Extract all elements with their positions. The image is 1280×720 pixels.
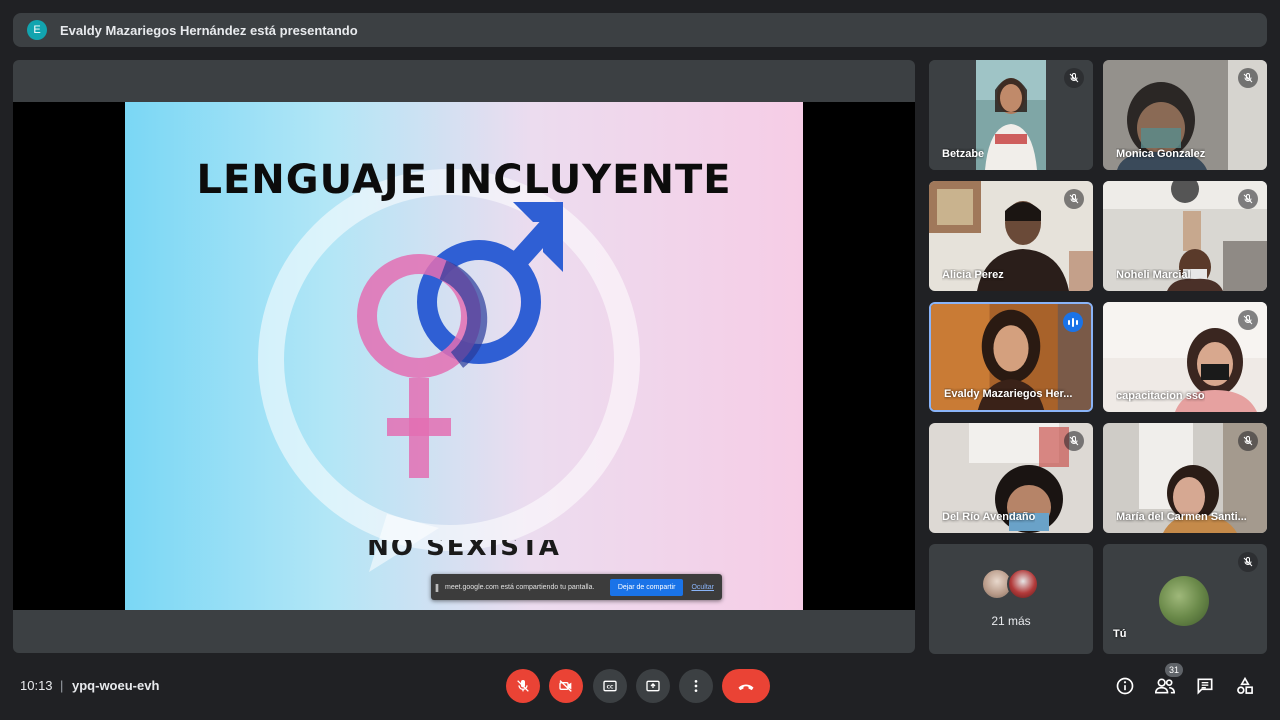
participant-name: Noheli Marcial [1116, 269, 1191, 281]
mic-off-icon [1238, 310, 1258, 330]
shared-slide: LENGUAJE INCLUYENTE NO SEXISTA ❚ meet.go… [125, 102, 803, 610]
participant-name: Alicia Perez [942, 269, 1004, 281]
mic-off-icon [1238, 552, 1258, 572]
presenter-avatar: E [27, 20, 47, 40]
avatar [1007, 568, 1039, 600]
participant-name: Betzabe [942, 148, 985, 160]
camera-toggle-button[interactable] [549, 669, 583, 703]
captions-button[interactable]: CC [593, 669, 627, 703]
captions-icon: CC [603, 680, 617, 692]
chat-button[interactable] [1192, 673, 1218, 699]
share-notice-text: meet.google.com está compartiendo tu pan… [445, 583, 595, 591]
participant-tile[interactable]: María del Carmen Santi... [1103, 423, 1267, 533]
activities-icon [1237, 676, 1253, 694]
stop-sharing-button[interactable]: Dejar de compartir [609, 578, 684, 596]
slide-subtitle: NO SEXISTA [367, 540, 561, 562]
present-screen-icon [646, 680, 660, 692]
presenting-text: Evaldy Mazariegos Hernández está present… [60, 22, 358, 38]
participant-tile[interactable]: Del Río Avendaño [929, 423, 1093, 533]
end-call-icon [738, 684, 754, 691]
mic-off-icon [1238, 431, 1258, 451]
self-tile[interactable]: Tú [1103, 544, 1267, 654]
participant-count-badge: 31 [1165, 663, 1183, 677]
microphone-toggle-button[interactable] [506, 669, 540, 703]
mic-off-icon [517, 680, 529, 692]
participant-tile-active-speaker[interactable]: Evaldy Mazariegos Her... [929, 302, 1093, 412]
mic-off-icon [1064, 68, 1084, 88]
participant-name: capacitacion sso [1116, 390, 1205, 402]
more-participants-label: 21 más [991, 614, 1031, 628]
present-now-button[interactable] [636, 669, 670, 703]
speaking-indicator-icon [1063, 312, 1083, 332]
leave-call-button[interactable] [722, 669, 770, 703]
screen-share-notice: ❚ meet.google.com está compartiendo tu p… [431, 574, 722, 600]
participant-name: María del Carmen Santi... [1116, 511, 1247, 523]
more-options-icon [694, 680, 698, 692]
participant-tile[interactable]: capacitacion sso [1103, 302, 1267, 412]
camera-off-icon [559, 680, 572, 692]
mic-off-icon [1064, 189, 1084, 209]
meeting-details-button[interactable] [1112, 673, 1138, 699]
participant-tile[interactable]: Betzabe [929, 60, 1093, 170]
mic-off-icon [1238, 68, 1258, 88]
participant-name: Monica Gonzalez [1116, 148, 1206, 160]
more-options-button[interactable] [679, 669, 713, 703]
people-icon [1154, 678, 1176, 694]
participant-tile[interactable]: Noheli Marcial [1103, 181, 1267, 291]
drag-handle-icon[interactable]: ❚ [431, 583, 443, 592]
meeting-code: ypq-woeu-evh [72, 678, 160, 693]
participant-name: Evaldy Mazariegos Her... [944, 388, 1073, 400]
more-participants-avatars [981, 568, 1039, 600]
participant-name: Del Río Avendaño [942, 511, 1036, 523]
mic-off-icon [1064, 431, 1084, 451]
more-participants-tile[interactable]: 21 más [929, 544, 1093, 654]
meeting-separator: | [60, 678, 64, 693]
meeting-time: 10:13 [20, 678, 53, 693]
mic-off-icon [1238, 189, 1258, 209]
svg-text:CC: CC [607, 684, 614, 690]
participant-name: Tú [1113, 628, 1127, 640]
activities-button[interactable] [1232, 673, 1258, 699]
participant-tile[interactable]: Monica Gonzalez [1103, 60, 1267, 170]
participant-tile[interactable]: Alicia Perez [929, 181, 1093, 291]
presenting-banner: E Evaldy Mazariegos Hernández está prese… [13, 13, 1267, 47]
chat-icon [1197, 678, 1213, 695]
avatar [1159, 576, 1209, 626]
hide-notice-link[interactable]: Ocultar [691, 584, 714, 591]
presentation-panel[interactable]: LENGUAJE INCLUYENTE NO SEXISTA ❚ meet.go… [13, 60, 915, 653]
slide-title: LENGUAJE INCLUYENTE [196, 157, 732, 203]
info-icon [1116, 677, 1134, 695]
